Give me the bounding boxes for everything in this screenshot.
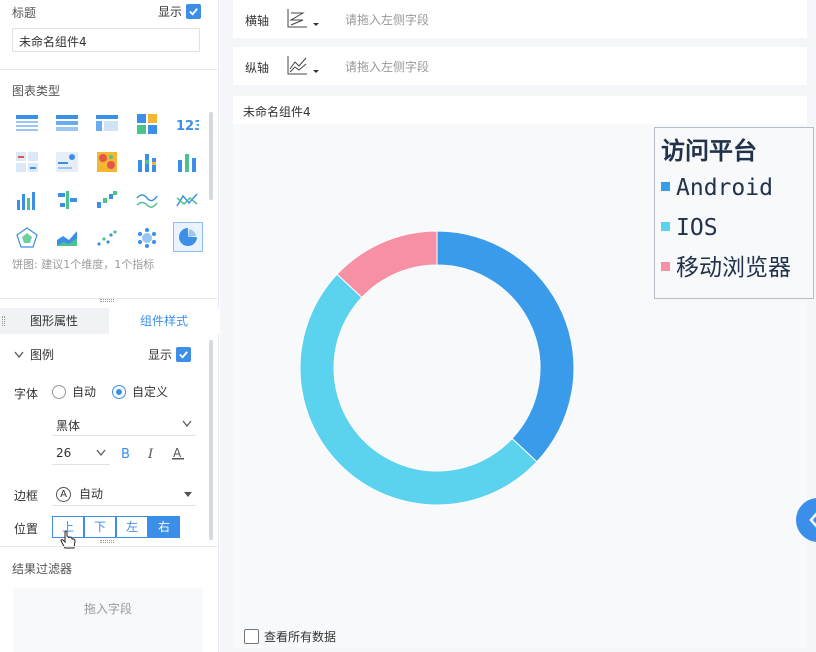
resize-handle[interactable] <box>100 299 114 302</box>
y-axis-bar[interactable]: 纵轴 请拖入左侧字段 <box>233 47 807 85</box>
legend-title: 访问平台 <box>661 136 757 165</box>
chart-type-label: 图表类型 <box>12 84 61 98</box>
kpi-card-icon[interactable] <box>13 148 41 176</box>
column-chart-icon[interactable] <box>13 186 41 214</box>
group-table-icon[interactable] <box>53 110 81 138</box>
legend-show-label: 显示 <box>148 348 173 362</box>
resize-handle[interactable] <box>100 540 114 543</box>
chevron-left-icon <box>809 512 816 528</box>
component-title: 未命名组件4 <box>233 96 807 124</box>
view-all-data-toggle[interactable]: 查看所有数据 <box>244 628 336 645</box>
legend-item-ios[interactable]: IOS <box>661 208 807 248</box>
chart-workspace: 横轴 请拖入左侧字段 纵轴 请拖入左侧字段 未命名组件4 访问平台 Androi… <box>220 0 816 652</box>
legend-section-label: 图例 <box>30 348 55 362</box>
font-color-icon[interactable]: A <box>172 446 184 463</box>
x-axis-label: 横轴 <box>245 14 270 28</box>
y-axis-label: 纵轴 <box>245 61 270 75</box>
italic-icon[interactable]: I <box>146 446 158 463</box>
x-axis-placeholder: 请拖入左侧字段 <box>345 13 430 27</box>
cross-table-icon[interactable] <box>93 110 121 138</box>
position-left-button[interactable]: 左 <box>116 516 148 538</box>
font-size-value: 26 <box>56 446 72 460</box>
font-custom-label: 自定义 <box>132 385 169 399</box>
auto-border-icon: A <box>56 487 71 502</box>
line-axis-icon[interactable] <box>287 54 321 81</box>
font-size-select[interactable]: 26 <box>52 443 110 465</box>
polyline-icon[interactable] <box>173 186 201 214</box>
bar-chart-icon[interactable] <box>173 148 201 176</box>
border-value: 自动 <box>79 487 104 501</box>
svg-text:A: A <box>173 446 182 460</box>
chevron-down-icon <box>182 420 192 427</box>
config-panel: 标题 显示 未命名组件4 图表类型 123 饼图: 建议1个维度，1个指标 图形… <box>0 0 219 652</box>
x-axis-bar[interactable]: 横轴 请拖入左侧字段 <box>233 0 807 38</box>
bold-icon[interactable]: B <box>120 446 132 463</box>
chart-axis-icon[interactable] <box>287 7 321 34</box>
chevron-down-icon <box>14 351 24 358</box>
view-all-label: 查看所有数据 <box>264 630 337 644</box>
style-scrollbar[interactable] <box>209 340 213 540</box>
line-chart-icon[interactable] <box>133 186 161 214</box>
legend-swatch <box>661 262 670 271</box>
chart-legend[interactable]: 访问平台 Android IOS 移动浏览器 <box>654 127 814 299</box>
filter-drop-zone[interactable]: 拖入字段 <box>13 588 203 652</box>
title-input[interactable]: 未命名组件4 <box>12 28 200 52</box>
slice-ios[interactable] <box>299 273 538 506</box>
waterfall-icon[interactable] <box>93 186 121 214</box>
pie-chart-icon[interactable] <box>173 222 203 252</box>
filter-drop-hint: 拖入字段 <box>83 602 132 616</box>
radar-icon[interactable] <box>13 224 41 252</box>
title-show-checkbox[interactable] <box>186 4 202 19</box>
area-chart-icon[interactable] <box>53 224 81 252</box>
chevron-down-icon <box>96 449 106 456</box>
legend-label: IOS <box>676 215 718 241</box>
view-all-checkbox[interactable] <box>244 629 259 644</box>
filter-label: 结果过滤器 <box>12 562 73 576</box>
border-select[interactable]: A 自动 <box>52 482 196 506</box>
number-icon[interactable]: 123 <box>173 110 201 138</box>
heatmap-icon[interactable] <box>93 148 121 176</box>
font-auto-label: 自动 <box>72 385 97 399</box>
legend-label: Android <box>676 175 773 201</box>
legend-label: 移动浏览器 <box>676 255 791 281</box>
slice-android[interactable] <box>436 230 575 463</box>
comparison-bar-icon[interactable] <box>53 186 81 214</box>
bubble-icon[interactable] <box>133 224 161 252</box>
slice-mobile-browser[interactable] <box>336 230 438 299</box>
position-label: 位置 <box>14 522 39 536</box>
scatter-icon[interactable] <box>93 224 121 252</box>
legend-show-checkbox[interactable] <box>176 347 192 362</box>
tab-graph-properties[interactable]: 图形属性 <box>0 308 108 334</box>
legend-swatch <box>661 222 670 231</box>
y-axis-placeholder: 请拖入左侧字段 <box>345 60 430 74</box>
font-family-value: 黑体 <box>56 419 81 433</box>
title-show-label: 显示 <box>158 5 183 19</box>
stacked-bar-icon[interactable] <box>133 148 161 176</box>
chart-type-hint: 饼图: 建议1个维度，1个指标 <box>12 258 155 271</box>
treemap-icon[interactable] <box>133 110 161 138</box>
kpi-progress-icon[interactable] <box>53 148 81 176</box>
position-right-button[interactable]: 右 <box>148 516 180 538</box>
hand-cursor-icon <box>60 530 78 555</box>
legend-item-mobile-browser[interactable]: 移动浏览器 <box>661 248 807 288</box>
font-auto-radio[interactable] <box>52 384 66 399</box>
svg-text:B: B <box>121 447 130 460</box>
svg-text:123: 123 <box>176 119 199 133</box>
svg-text:I: I <box>147 447 154 460</box>
chart-component[interactable]: 未命名组件4 访问平台 Android IOS 移动浏览器 <box>233 96 814 648</box>
position-bottom-button[interactable]: 下 <box>84 516 116 538</box>
chart-type-scrollbar[interactable] <box>209 112 213 200</box>
legend-item-android[interactable]: Android <box>661 168 807 208</box>
font-label: 字体 <box>14 387 39 401</box>
font-family-select[interactable]: 黑体 <box>52 414 196 436</box>
tab-component-style[interactable]: 组件样式 <box>109 308 219 334</box>
font-custom-radio[interactable] <box>112 384 126 399</box>
legend-swatch <box>661 182 670 191</box>
title-section-label: 标题 <box>12 6 37 20</box>
legend-section-header[interactable]: 图例 <box>14 346 54 363</box>
caret-down-icon <box>184 492 192 497</box>
border-label: 边框 <box>14 489 39 503</box>
table-icon[interactable] <box>13 110 41 138</box>
